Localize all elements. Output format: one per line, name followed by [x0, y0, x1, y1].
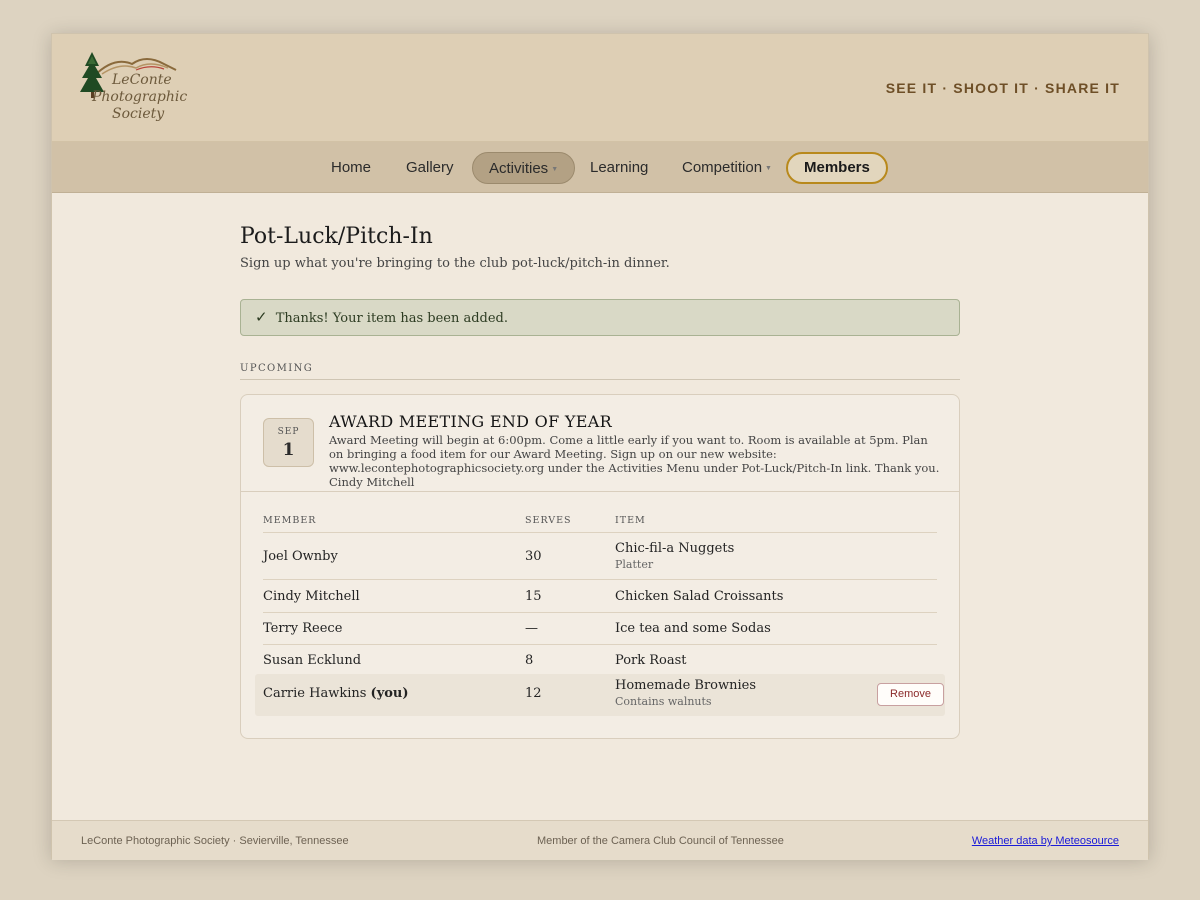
- main-nav: Home Gallery Activities ▼ Learning Compet…: [52, 142, 1148, 193]
- item-cell: Homemade Brownies Contains walnuts: [615, 678, 756, 708]
- chevron-down-icon: ▼: [765, 165, 772, 172]
- item-name: Chicken Salad Croissants: [615, 589, 784, 604]
- table-row: Terry Reece — Ice tea and some Sodas: [263, 613, 937, 645]
- column-header-serves: SERVES: [525, 515, 572, 526]
- item-name: Pork Roast: [615, 653, 687, 668]
- site-footer: LeConte Photographic Society · Seviervil…: [52, 820, 1148, 860]
- item-note: Platter: [615, 558, 654, 571]
- event-title: AWARD MEETING END OF YEAR: [329, 412, 612, 431]
- member-name: Cindy Mitchell: [263, 589, 360, 604]
- chevron-down-icon: ▼: [551, 166, 559, 173]
- event-card: SEP 1 AWARD MEETING END OF YEAR Award Me…: [240, 394, 960, 739]
- column-header-member: MEMBER: [263, 515, 317, 526]
- nav-gallery[interactable]: Gallery: [390, 152, 470, 184]
- nav-activities[interactable]: Activities ▼: [472, 152, 576, 184]
- nav-home[interactable]: Home: [315, 152, 387, 184]
- event-description: Award Meeting will begin at 6:00pm. Come…: [329, 433, 940, 489]
- member-name: Carrie Hawkins: [263, 686, 367, 701]
- item-name: Chic-fil-a Nuggets: [615, 541, 735, 556]
- serves-count: 8: [525, 653, 534, 668]
- site-logo[interactable]: LeConte Photographic Society: [80, 50, 187, 126]
- item-name: Ice tea and some Sodas: [615, 621, 771, 636]
- footer-weather-link-wrap: Weather data by Meteosource: [972, 835, 1119, 847]
- item-note: Contains walnuts: [615, 695, 712, 708]
- weather-credit-link[interactable]: Weather data by Meteosource: [972, 835, 1119, 847]
- nav-competition-label: Competition: [682, 159, 763, 176]
- member-name: Terry Reece: [263, 621, 343, 636]
- footer-org: LeConte Photographic Society · Seviervil…: [81, 835, 349, 847]
- nav-activities-label: Activities: [489, 160, 549, 177]
- page-subtitle: Sign up what you're bringing to the club…: [240, 256, 670, 271]
- site-tagline: SEE IT · SHOOT IT · SHARE IT: [885, 80, 1120, 96]
- table-row: Joel Ownby 30 Chic-fil-a Nuggets Platter: [263, 533, 937, 580]
- nav-learning-label: Learning: [590, 159, 649, 176]
- footer-membership: Member of the Camera Club Council of Ten…: [537, 835, 784, 847]
- nav-learning[interactable]: Learning: [574, 152, 664, 184]
- site-header: LeConte Photographic Society SEE IT · SH…: [52, 34, 1148, 142]
- event-date-badge: SEP 1: [263, 418, 314, 467]
- table-row: Cindy Mitchell 15 Chicken Salad Croissan…: [263, 581, 937, 613]
- card-divider: [241, 491, 959, 492]
- member-name: Joel Ownby: [263, 549, 338, 564]
- table-row-current-user: Carrie Hawkins (you) 12 Homemade Brownie…: [255, 674, 945, 716]
- alert-message: Thanks! Your item has been added.: [275, 311, 509, 326]
- page-title: Pot-Luck/Pitch-In: [240, 224, 433, 249]
- event-day: 1: [282, 440, 295, 460]
- table-row: Susan Ecklund 8 Pork Roast: [263, 645, 937, 677]
- section-label-upcoming: UPCOMING: [240, 363, 960, 380]
- nav-home-label: Home: [331, 159, 372, 176]
- serves-count: 30: [525, 549, 542, 564]
- nav-gallery-label: Gallery: [406, 159, 454, 176]
- serves-count: 12: [525, 686, 542, 701]
- event-month: SEP: [277, 427, 300, 437]
- logo-text-line-1: LeConte: [112, 72, 172, 88]
- page-container: LeConte Photographic Society SEE IT · SH…: [51, 33, 1149, 860]
- main-content: Pot-Luck/Pitch-In Sign up what you're br…: [240, 224, 960, 739]
- remove-button[interactable]: Remove: [877, 683, 944, 706]
- logo-text-line-3: Society: [112, 106, 165, 122]
- nav-members[interactable]: Members: [786, 152, 888, 184]
- check-icon: ✓: [255, 308, 268, 326]
- column-header-item: ITEM: [615, 515, 646, 526]
- you-marker: (you): [370, 686, 409, 701]
- nav-competition[interactable]: Competition ▼: [666, 152, 788, 184]
- item-cell: Chic-fil-a Nuggets Platter: [615, 541, 734, 571]
- nav-members-label: Members: [804, 159, 870, 176]
- item-name: Homemade Brownies: [615, 678, 757, 693]
- member-name: Susan Ecklund: [263, 653, 362, 668]
- logo-text-line-2: Photographic: [92, 89, 188, 105]
- member-name-cell: Carrie Hawkins (you): [263, 686, 409, 701]
- serves-count: 15: [525, 589, 542, 604]
- serves-count: —: [525, 621, 538, 636]
- success-alert: ✓ Thanks! Your item has been added.: [240, 299, 960, 336]
